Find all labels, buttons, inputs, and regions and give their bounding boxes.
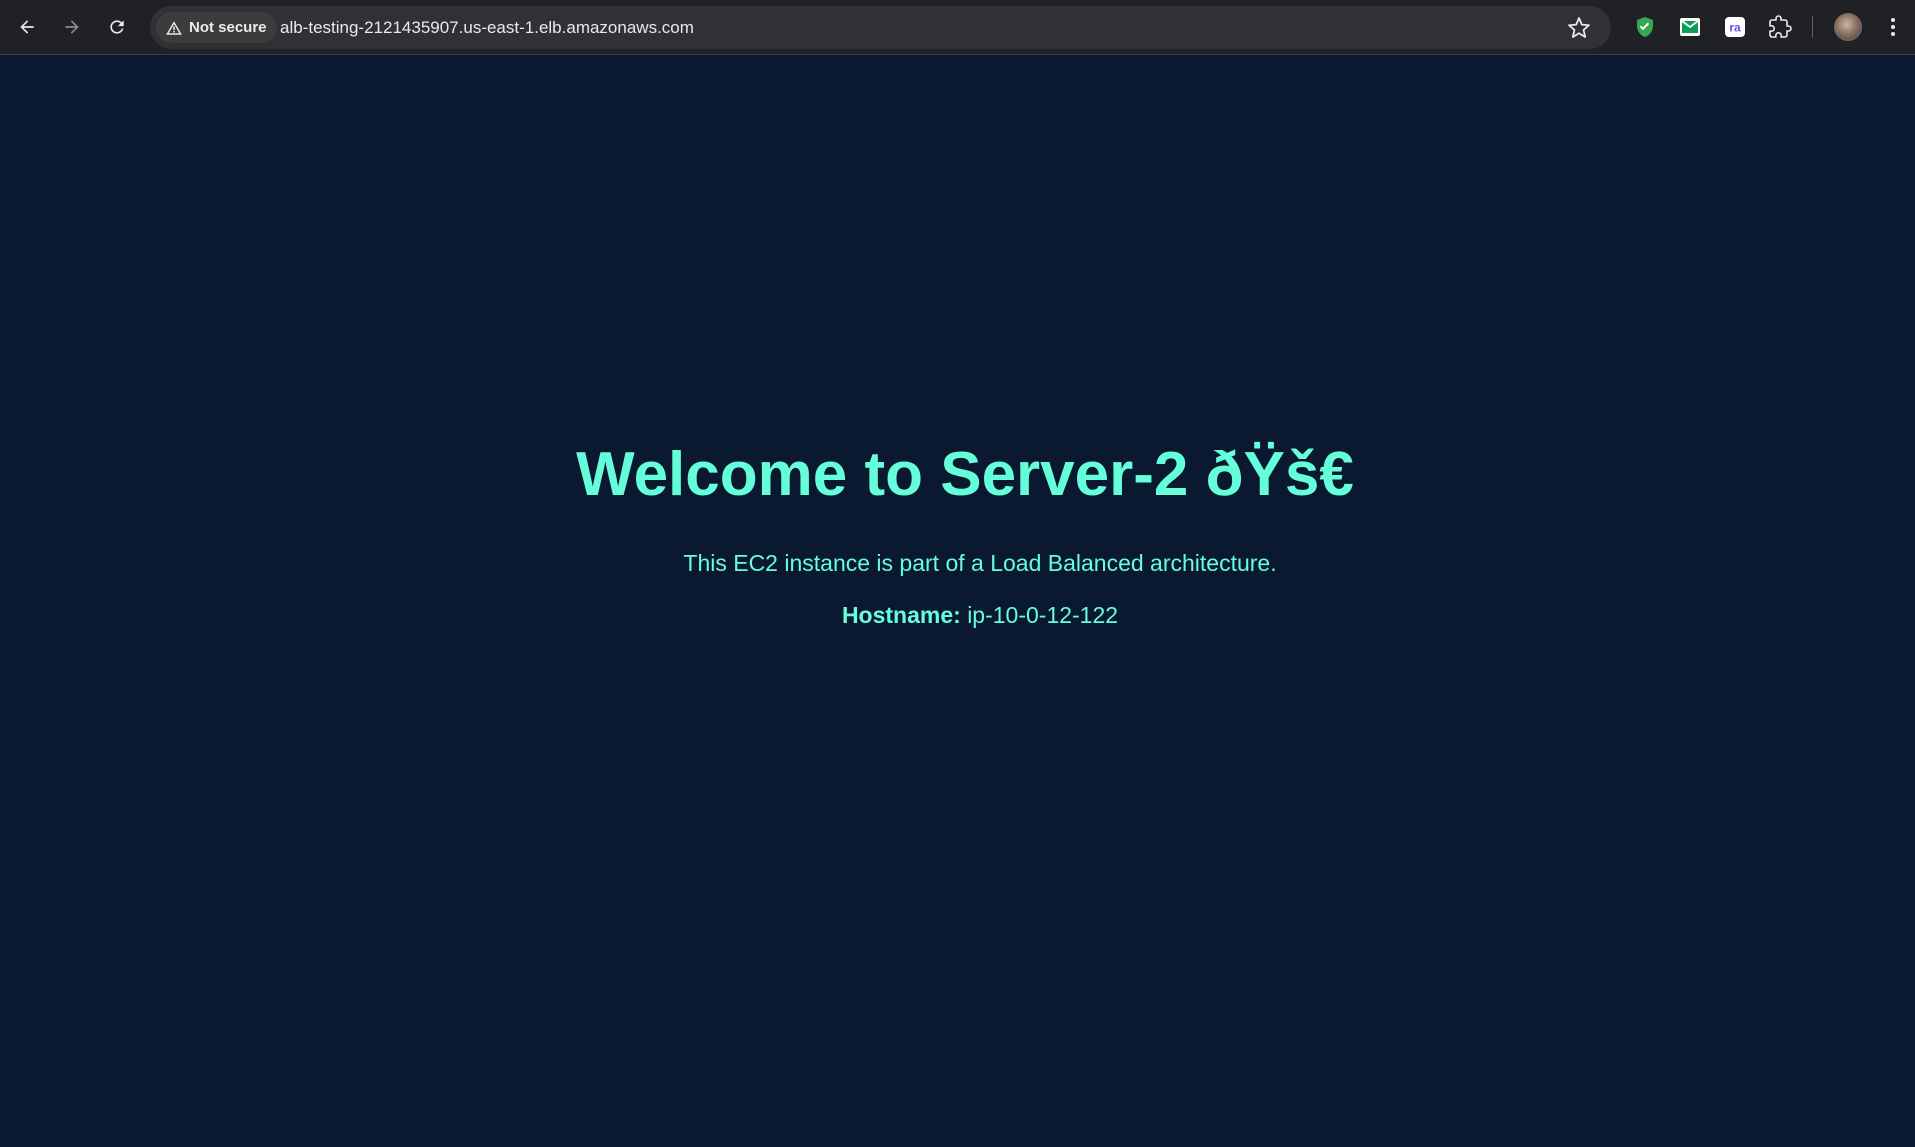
back-button[interactable]: [10, 10, 44, 44]
security-indicator[interactable]: Not secure: [156, 12, 277, 43]
reload-icon: [110, 20, 124, 34]
reload-button[interactable]: [100, 10, 134, 44]
ra-icon[interactable]: ra: [1722, 14, 1748, 40]
browser-toolbar: Not secure alb-testing-2121435907.us-eas…: [0, 0, 1915, 55]
security-label: Not secure: [189, 19, 267, 36]
hostname-line: Hostname: ip-10-0-12-122: [0, 602, 1915, 629]
page-content: Welcome to Server-2 ðŸš€ This EC2 instan…: [0, 56, 1915, 1147]
mail-icon[interactable]: [1677, 14, 1703, 40]
forward-arrow-icon: [65, 20, 79, 34]
svg-text:ra: ra: [1729, 21, 1741, 35]
forward-button[interactable]: [55, 10, 89, 44]
address-bar[interactable]: Not secure alb-testing-2121435907.us-eas…: [150, 6, 1611, 49]
hostname-label: Hostname:: [841, 602, 961, 628]
vertical-dots-icon[interactable]: [1883, 14, 1903, 40]
warning-triangle-icon: [166, 20, 182, 35]
page-title: Welcome to Server-2 ðŸš€: [576, 440, 1354, 509]
back-arrow-icon: [20, 20, 34, 34]
star-icon[interactable]: [1567, 16, 1591, 40]
puzzle-icon[interactable]: [1767, 14, 1793, 40]
toolbar-divider: [1812, 16, 1813, 38]
avatar[interactable]: [1834, 13, 1862, 41]
url-text[interactable]: alb-testing-2121435907.us-east-1.elb.ama…: [280, 18, 694, 38]
shield-check-icon[interactable]: [1632, 14, 1658, 40]
hostname-value: ip-10-0-12-122: [967, 602, 1119, 628]
page-description: This EC2 instance is part of a Load Bala…: [683, 550, 1277, 576]
